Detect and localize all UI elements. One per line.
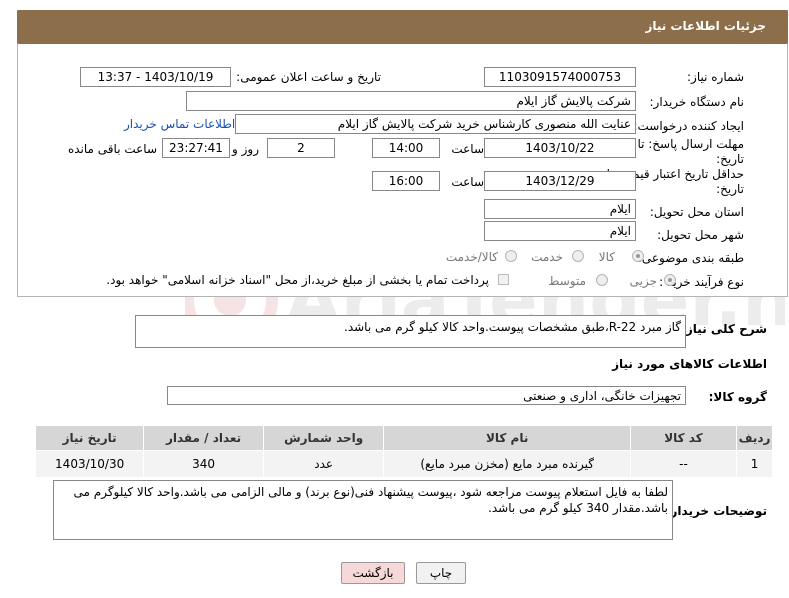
process-option-medium: متوسط bbox=[548, 274, 586, 288]
cell-goods-name: گیرنده مبرد مایع (مخزن مبرد مایع) bbox=[383, 450, 631, 478]
remaining-time-label: ساعت باقی مانده bbox=[67, 142, 157, 156]
category-radio-goods-service[interactable] bbox=[505, 250, 517, 262]
cell-quantity: 340 bbox=[143, 450, 264, 478]
buyer-notes-textarea[interactable]: لطفا به فایل استعلام پیوست مراجعه شود ،پ… bbox=[53, 480, 673, 540]
back-button[interactable]: بازگشت bbox=[341, 562, 405, 584]
city-field[interactable]: ایلام bbox=[484, 221, 636, 241]
process-radio-medium[interactable] bbox=[596, 274, 608, 286]
reply-date-field[interactable]: 1403/10/22 bbox=[484, 138, 636, 158]
page-title: جزئیات اطلاعات نیاز bbox=[645, 19, 766, 33]
category-option-goods-service: کالا/خدمت bbox=[445, 250, 498, 264]
description-textarea[interactable]: گاز مبرد R-22،طبق مشخصات پیوست.واحد کالا… bbox=[135, 315, 686, 348]
province-field[interactable]: ایلام bbox=[484, 199, 636, 219]
treasury-payment-checkbox[interactable] bbox=[498, 274, 509, 285]
cell-row-number: 1 bbox=[736, 450, 773, 478]
remaining-time-field[interactable]: 23:27:41 bbox=[162, 138, 230, 158]
creator-label: ایجاد کننده درخواست: bbox=[633, 119, 744, 133]
reply-deadline-label: مهلت ارسال پاسخ: تا bbox=[637, 137, 744, 151]
panel-header: جزئیات اطلاعات نیاز bbox=[17, 10, 788, 44]
category-option-goods: کالا bbox=[598, 250, 615, 264]
print-button[interactable]: چاپ bbox=[416, 562, 466, 584]
process-option-minor: جزیی bbox=[629, 274, 657, 288]
city-label: شهر محل تحویل: bbox=[657, 228, 744, 242]
validity-time-label: ساعت bbox=[451, 175, 484, 189]
creator-field[interactable]: عنایت الله منصوری کارشناس خرید شرکت پالا… bbox=[235, 114, 636, 134]
cell-goods-code: -- bbox=[629, 450, 738, 478]
category-option-service: خدمت bbox=[531, 250, 563, 264]
validity-time-field[interactable]: 16:00 bbox=[372, 171, 440, 191]
column-header-goods-code: کد کالا bbox=[629, 425, 738, 451]
reply-deadline-label-date: تاریخ: bbox=[716, 152, 744, 166]
cell-need-date: 1403/10/30 bbox=[34, 450, 145, 478]
validity-label-date: تاریخ: bbox=[716, 182, 744, 196]
buyer-org-field[interactable]: شرکت پالایش گاز ایلام bbox=[186, 91, 636, 111]
goods-group-field[interactable]: تجهیزات خانگی، اداری و صنعتی bbox=[167, 386, 686, 405]
process-radio-minor[interactable] bbox=[664, 274, 676, 286]
goods-section-title: اطلاعات کالاهای مورد نیاز bbox=[612, 357, 767, 371]
treasury-payment-note: پرداخت تمام یا بخشی از مبلغ خرید،از محل … bbox=[106, 273, 489, 287]
category-radio-goods[interactable] bbox=[632, 250, 644, 262]
buyer-notes-label: توضیحات خریدار: bbox=[665, 504, 767, 518]
announce-field[interactable]: 1403/10/19 - 13:37 bbox=[80, 67, 231, 87]
days-remaining-field[interactable]: 2 bbox=[267, 138, 335, 158]
announce-label: تاریخ و ساعت اعلان عمومی: bbox=[236, 70, 381, 84]
need-number-field[interactable]: 1103091574000753 bbox=[484, 67, 636, 87]
category-label: طبقه بندی موضوعی: bbox=[637, 251, 744, 265]
reply-time-field[interactable]: 14:00 bbox=[372, 138, 440, 158]
goods-table: ردیف کد کالا نام کالا واحد شمارش تعداد /… bbox=[34, 425, 773, 478]
goods-group-label: گروه کالا: bbox=[708, 390, 767, 404]
column-header-row-number: ردیف bbox=[736, 425, 773, 451]
column-header-unit: واحد شمارش bbox=[262, 425, 385, 451]
column-header-quantity: تعداد / مقدار bbox=[143, 425, 264, 451]
cell-unit: عدد bbox=[262, 450, 385, 478]
column-header-need-date: تاریخ نیاز bbox=[34, 425, 145, 451]
description-label: شرح کلی نیاز: bbox=[681, 322, 767, 336]
need-number-label: شماره نیاز: bbox=[687, 70, 744, 84]
validity-date-field[interactable]: 1403/12/29 bbox=[484, 171, 636, 191]
buyer-contact-link[interactable]: اطلاعات تماس خریدار bbox=[124, 117, 235, 131]
buyer-org-label: نام دستگاه خریدار: bbox=[649, 95, 745, 109]
table-row[interactable]: 1 -- گیرنده مبرد مایع (مخزن مبرد مایع) ع… bbox=[34, 450, 773, 478]
province-label: استان محل تحویل: bbox=[649, 205, 744, 219]
reply-time-label: ساعت bbox=[451, 142, 484, 156]
category-radio-service[interactable] bbox=[572, 250, 584, 262]
table-header-row: ردیف کد کالا نام کالا واحد شمارش تعداد /… bbox=[34, 425, 773, 451]
column-header-goods-name: نام کالا bbox=[383, 425, 631, 451]
days-label: روز و bbox=[232, 142, 259, 156]
